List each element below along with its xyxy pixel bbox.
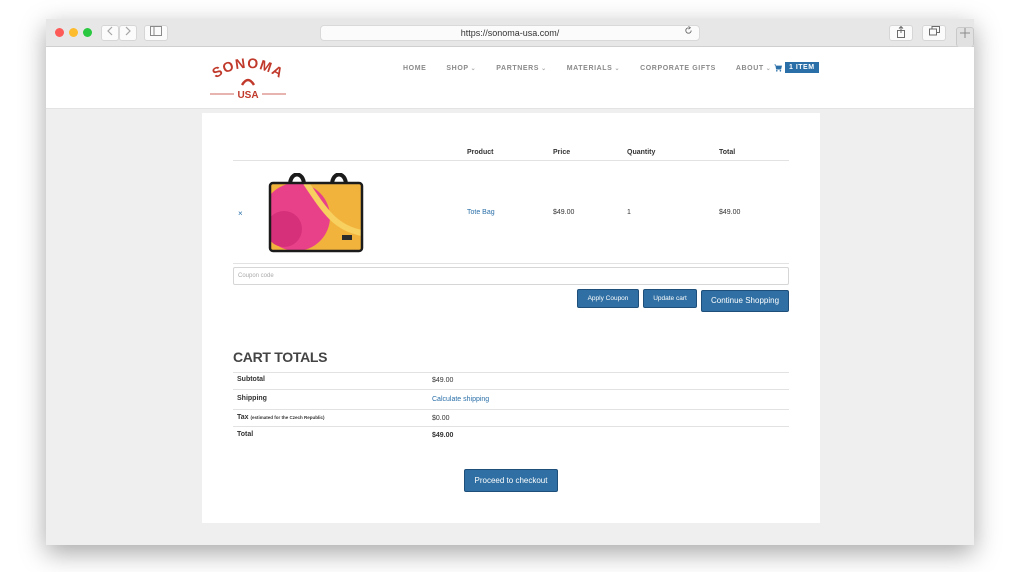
plus-icon — [960, 28, 970, 38]
product-price: $49.00 — [553, 209, 575, 216]
column-header-total: Total — [719, 149, 736, 156]
proceed-to-checkout-button[interactable]: Proceed to checkout — [464, 469, 558, 492]
browser-window: https://sonoma-usa.com/ SONOMA USA HOME … — [46, 19, 974, 545]
main-nav: HOME SHOP ⌄ PARTNERS ⌄ MATERIALS ⌄ CORPORAT… — [403, 65, 791, 72]
sidebar-icon — [150, 26, 162, 36]
close-window-button[interactable] — [55, 28, 64, 37]
svg-text:SONOMA: SONOMA — [209, 55, 287, 81]
column-header-quantity: Quantity — [627, 149, 656, 156]
totals-divider — [233, 426, 789, 427]
sonoma-usa-logo[interactable]: SONOMA USA — [206, 53, 290, 103]
share-icon — [897, 25, 905, 38]
update-cart-button[interactable]: Update cart — [643, 289, 697, 308]
cart-content: Product Price Quantity Total × Tote Bag … — [202, 113, 820, 523]
tax-note: (estimated for the Czech Republic) — [250, 415, 325, 420]
forward-button[interactable] — [119, 25, 137, 41]
product-name-link[interactable]: Tote Bag — [467, 209, 495, 216]
subtotal-label: Subtotal — [237, 376, 265, 383]
total-label: Total — [237, 431, 254, 438]
chevron-down-icon: ⌄ — [470, 66, 477, 72]
column-header-product: Product — [467, 149, 494, 156]
nav-item-shop[interactable]: SHOP ⌄ — [446, 65, 476, 72]
cart-count-badge[interactable]: 1 ITEM — [785, 62, 819, 73]
product-quantity[interactable]: 1 — [627, 209, 631, 216]
calculate-shipping-link[interactable]: Calculate shipping — [432, 396, 489, 403]
chevron-left-icon — [107, 26, 113, 36]
nav-item-materials[interactable]: MATERIALS ⌄ — [567, 65, 620, 72]
cart-totals-heading: CART TOTALS — [233, 349, 328, 365]
shipping-label: Shipping — [237, 395, 267, 402]
cart-icon[interactable] — [774, 64, 783, 74]
tote-bag-thumbnail[interactable] — [266, 173, 366, 253]
product-line-total: $49.00 — [719, 209, 741, 216]
nav-item-home[interactable]: HOME — [403, 65, 426, 72]
remove-item-button[interactable]: × — [238, 209, 243, 218]
tax-value: $0.00 — [432, 415, 450, 422]
totals-divider — [233, 372, 789, 373]
tabs-icon — [928, 26, 940, 36]
logo-top-text: SONOMA — [209, 55, 286, 81]
back-button[interactable] — [101, 25, 119, 41]
table-row-divider — [233, 263, 789, 264]
new-tab-button[interactable] — [956, 27, 974, 47]
site-header: SONOMA USA HOME SHOP ⌄ PARTNERS ⌄ MATERIAL… — [46, 47, 974, 109]
address-bar[interactable]: https://sonoma-usa.com/ — [320, 25, 700, 41]
sidebar-toggle-button[interactable] — [144, 25, 168, 41]
column-header-price: Price — [553, 149, 571, 156]
share-button[interactable] — [889, 25, 913, 41]
browser-toolbar: https://sonoma-usa.com/ — [46, 19, 974, 47]
chevron-down-icon: ⌄ — [614, 66, 621, 72]
minimize-window-button[interactable] — [69, 28, 78, 37]
logo-bottom-text: USA — [237, 90, 258, 101]
table-header-divider — [233, 160, 789, 161]
nav-item-corporate-gifts[interactable]: CORPORATE GIFTS — [640, 65, 716, 72]
chevron-down-icon: ⌄ — [541, 66, 547, 72]
url-text: https://sonoma-usa.com/ — [460, 28, 560, 38]
subtotal-value: $49.00 — [432, 377, 454, 384]
nav-item-about[interactable]: ABOUT ⌄ — [736, 65, 772, 72]
tabs-overview-button[interactable] — [922, 25, 946, 41]
chevron-right-icon — [125, 26, 131, 36]
reload-icon[interactable] — [684, 26, 693, 40]
coupon-code-input[interactable]: Coupon code — [233, 267, 789, 285]
zoom-window-button[interactable] — [83, 28, 92, 37]
totals-divider — [233, 409, 789, 410]
total-value: $49.00 — [432, 432, 454, 439]
nav-item-partners[interactable]: PARTNERS ⌄ — [496, 65, 546, 72]
continue-shopping-button[interactable]: Continue Shopping — [701, 290, 789, 312]
chevron-down-icon: ⌄ — [765, 66, 772, 72]
tax-label: Tax (estimated for the Czech Republic) — [237, 414, 325, 421]
apply-coupon-button[interactable]: Apply Coupon — [577, 289, 639, 308]
totals-divider — [233, 389, 789, 390]
